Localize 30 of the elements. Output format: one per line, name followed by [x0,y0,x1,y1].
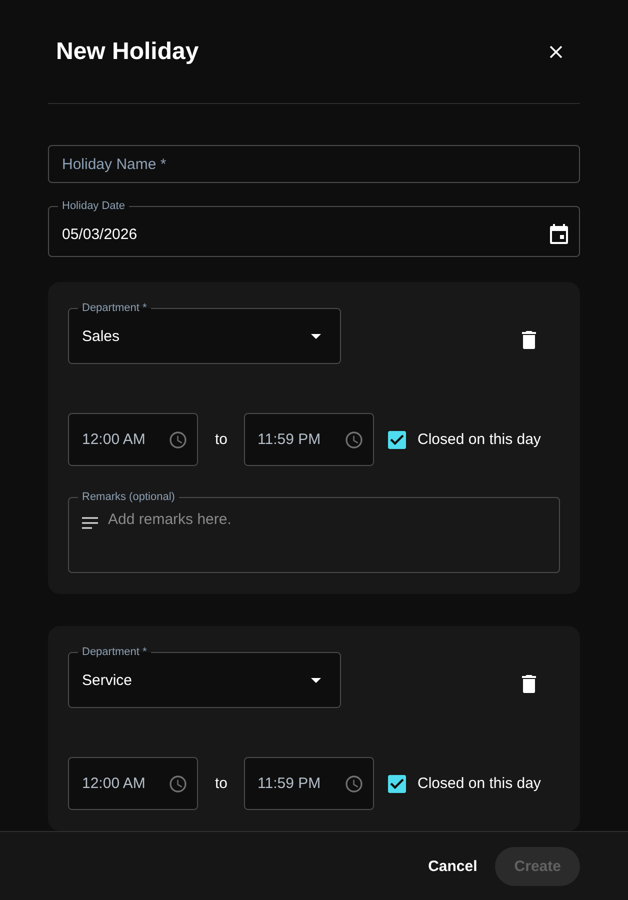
time-field[interactable]: 11:59 PM [244,413,374,466]
checkbox-label: Closed on this day [418,431,541,448]
range-separator: to [215,431,228,448]
checkbox[interactable] [388,774,406,792]
caret-icon [311,334,321,338]
trash-icon[interactable] [522,331,536,349]
notes-icon [82,517,98,529]
clock-icon[interactable] [168,430,188,450]
department-select[interactable]: Department * Sales [68,302,341,364]
checkbox-label: Closed on this day [418,775,541,792]
remarks-field[interactable]: Remarks (optional) Add remarks here. [68,491,560,573]
remarks-input[interactable]: Add remarks here. [108,511,546,551]
holiday-name-input[interactable]: Holiday Name * [62,156,566,172]
date-field[interactable]: Holiday Date 05/03/2026 [48,200,580,257]
time-field[interactable]: 12:00 AM [68,413,198,466]
department-select[interactable]: Department * Service [68,646,341,708]
range-separator: to [215,775,228,792]
time-field[interactable]: 11:59 PM [244,757,374,810]
clock-icon[interactable] [344,430,364,450]
time-field[interactable]: 12:00 AM [68,757,198,810]
caret-icon [311,678,321,682]
calendar-icon[interactable] [550,224,568,244]
clock-icon[interactable] [344,774,364,794]
dialog-title: New Holiday [56,38,199,66]
clock-icon[interactable] [168,774,188,794]
holiday-name-field[interactable]: Holiday Name * [48,145,580,183]
date-input[interactable]: 05/03/2026 [62,226,550,242]
cancel-button[interactable]: Cancel [428,850,478,882]
checkbox[interactable] [388,430,406,448]
trash-icon[interactable] [522,675,536,693]
